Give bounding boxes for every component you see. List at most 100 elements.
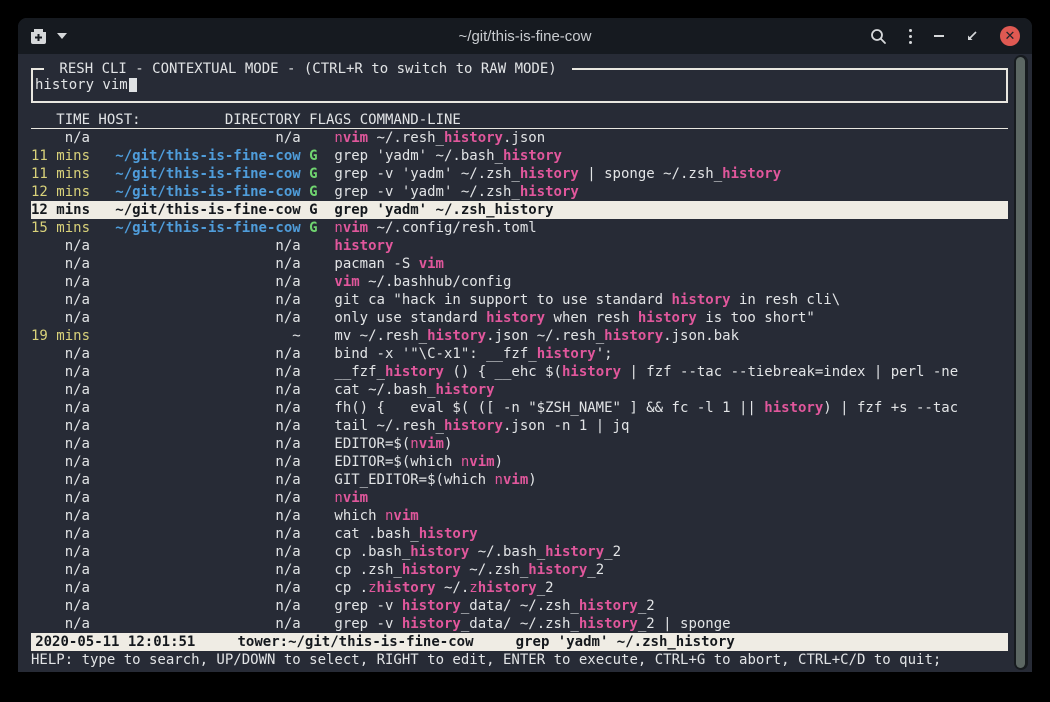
row-flags	[309, 543, 317, 561]
table-row[interactable]: 12 mins~/git/this-is-fine-cowGgrep -v 'y…	[31, 183, 1008, 201]
row-command: vim ~/.bashhub/config	[326, 273, 1008, 291]
row-flags: G	[309, 147, 317, 165]
resh-cli: RESH CLI - CONTEXTUAL MODE - (CTRL+R to …	[18, 54, 1008, 669]
table-row[interactable]: n/an/acp .bash_history ~/.bash_history_2	[31, 543, 1008, 561]
resh-search-box: RESH CLI - CONTEXTUAL MODE - (CTRL+R to …	[31, 68, 1008, 103]
row-directory: n/a	[98, 237, 300, 255]
row-time: 11 mins	[31, 147, 90, 165]
row-command: cp .zsh_history ~/.zsh_history_2	[326, 561, 1008, 579]
table-row[interactable]: n/an/agrep -v history_data/ ~/.zsh_histo…	[31, 597, 1008, 615]
row-directory: ~/git/this-is-fine-cow	[98, 201, 300, 219]
row-time: n/a	[31, 435, 90, 453]
row-time: n/a	[31, 273, 90, 291]
search-icon	[870, 28, 887, 45]
window-title: ~/git/this-is-fine-cow	[250, 28, 800, 45]
row-time: n/a	[31, 363, 90, 381]
row-time: n/a	[31, 237, 90, 255]
row-command: mv ~/.resh_history.json ~/.resh_history.…	[326, 327, 1008, 345]
row-directory: n/a	[98, 489, 300, 507]
table-row[interactable]: n/an/anvim ~/.resh_history.json	[31, 129, 1008, 147]
scrollbar-handle[interactable]	[1016, 57, 1025, 668]
row-directory: n/a	[98, 345, 300, 363]
table-row[interactable]: n/an/afh() { eval $( ([ -n "$ZSH_NAME" ]…	[31, 399, 1008, 417]
table-row[interactable]: n/an/anvim	[31, 489, 1008, 507]
table-row[interactable]: n/an/acat ~/.bash_history	[31, 381, 1008, 399]
table-header: TIME HOST: DIRECTORY FLAGS COMMAND-LINE	[31, 111, 1008, 129]
row-command: grep -v history_data/ ~/.zsh_history_2	[326, 597, 1008, 615]
search-button[interactable]	[870, 28, 887, 45]
row-command: bind -x '"\C-x1": __fzf_history';	[326, 345, 1008, 363]
restore-button[interactable]	[966, 30, 978, 42]
resh-mode-title: RESH CLI - CONTEXTUAL MODE - (CTRL+R to …	[44, 60, 572, 78]
row-directory: n/a	[98, 543, 300, 561]
status-command: grep 'yadm' ~/.zsh_history	[516, 634, 735, 650]
row-flags	[309, 255, 317, 273]
table-row[interactable]: n/an/acat .bash_history	[31, 525, 1008, 543]
row-time: n/a	[31, 255, 90, 273]
row-command: pacman -S vim	[326, 255, 1008, 273]
row-command: cp .bash_history ~/.bash_history_2	[326, 543, 1008, 561]
table-row[interactable]: n/an/abind -x '"\C-x1": __fzf_history';	[31, 345, 1008, 363]
table-row[interactable]: n/an/acp .zhistory ~/.zhistory_2	[31, 579, 1008, 597]
row-flags	[309, 489, 317, 507]
row-flags	[309, 291, 317, 309]
titlebar-left	[30, 29, 250, 44]
titlebar-right: ✕	[800, 26, 1020, 46]
chevron-down-icon	[57, 33, 67, 39]
table-row[interactable]: n/an/agit ca "hack in support to use sta…	[31, 291, 1008, 309]
table-row-selected[interactable]: 12 mins~/git/this-is-fine-cowGgrep 'yadm…	[31, 201, 1008, 219]
row-command: __fzf_history () { __ehc $(history | fzf…	[326, 363, 1008, 381]
tabs-dropdown-button[interactable]	[57, 33, 67, 39]
row-time: n/a	[31, 129, 90, 147]
row-time: n/a	[31, 561, 90, 579]
row-command: EDITOR=$(which nvim)	[326, 453, 1008, 471]
table-row[interactable]: n/an/acp .zsh_history ~/.zsh_history_2	[31, 561, 1008, 579]
row-time: n/a	[31, 579, 90, 597]
table-row[interactable]: n/an/ahistory	[31, 237, 1008, 255]
row-command: grep -v history_data/ ~/.zsh_history_2 |…	[326, 615, 1008, 633]
table-row[interactable]: n/an/aEDITOR=$(which nvim)	[31, 453, 1008, 471]
table-row[interactable]: n/an/agrep -v history_data/ ~/.zsh_histo…	[31, 615, 1008, 633]
row-time: n/a	[31, 417, 90, 435]
row-time: n/a	[31, 525, 90, 543]
table-row[interactable]: 15 mins~/git/this-is-fine-cowGnvim ~/.co…	[31, 219, 1008, 237]
table-row[interactable]: 19 mins~mv ~/.resh_history.json ~/.resh_…	[31, 327, 1008, 345]
table-row[interactable]: n/an/aGIT_EDITOR=$(which nvim)	[31, 471, 1008, 489]
row-command: tail ~/.resh_history.json -n 1 | jq	[326, 417, 1008, 435]
menu-button[interactable]	[909, 29, 912, 44]
table-row[interactable]: n/an/apacman -S vim	[31, 255, 1008, 273]
row-time: n/a	[31, 309, 90, 327]
minimize-icon	[934, 35, 944, 37]
row-flags	[309, 453, 317, 471]
row-flags	[309, 471, 317, 489]
scrollbar-track[interactable]	[1014, 55, 1028, 670]
table-row[interactable]: n/an/awhich nvim	[31, 507, 1008, 525]
row-command: only use standard history when resh hist…	[326, 309, 1008, 327]
table-row[interactable]: n/an/atail ~/.resh_history.json -n 1 | j…	[31, 417, 1008, 435]
minimize-button[interactable]	[934, 35, 944, 37]
row-directory: n/a	[98, 525, 300, 543]
kebab-menu-icon	[909, 29, 912, 44]
row-flags	[309, 273, 317, 291]
table-row[interactable]: n/an/avim ~/.bashhub/config	[31, 273, 1008, 291]
row-command: nvim	[326, 489, 1008, 507]
row-flags	[309, 579, 317, 597]
close-button[interactable]: ✕	[1000, 26, 1020, 46]
new-tab-button[interactable]	[30, 29, 47, 44]
table-row[interactable]: n/an/aonly use standard history when res…	[31, 309, 1008, 327]
row-time: n/a	[31, 453, 90, 471]
row-flags	[309, 399, 317, 417]
table-row[interactable]: 11 mins~/git/this-is-fine-cowGgrep 'yadm…	[31, 147, 1008, 165]
table-row[interactable]: n/an/aEDITOR=$(nvim)	[31, 435, 1008, 453]
row-directory: ~/git/this-is-fine-cow	[98, 219, 300, 237]
row-flags: G	[309, 201, 317, 219]
text-cursor-block	[129, 76, 137, 92]
row-flags	[309, 507, 317, 525]
row-command: fh() { eval $( ([ -n "$ZSH_NAME" ] && fc…	[326, 399, 1008, 417]
restore-icon	[966, 30, 978, 42]
table-row[interactable]: n/an/a__fzf_history () { __ehc $(history…	[31, 363, 1008, 381]
row-command: nvim ~/.resh_history.json	[326, 129, 1008, 147]
titlebar: ~/git/this-is-fine-cow ✕	[18, 18, 1032, 54]
row-directory: ~/git/this-is-fine-cow	[98, 183, 300, 201]
table-row[interactable]: 11 mins~/git/this-is-fine-cowGgrep -v 'y…	[31, 165, 1008, 183]
